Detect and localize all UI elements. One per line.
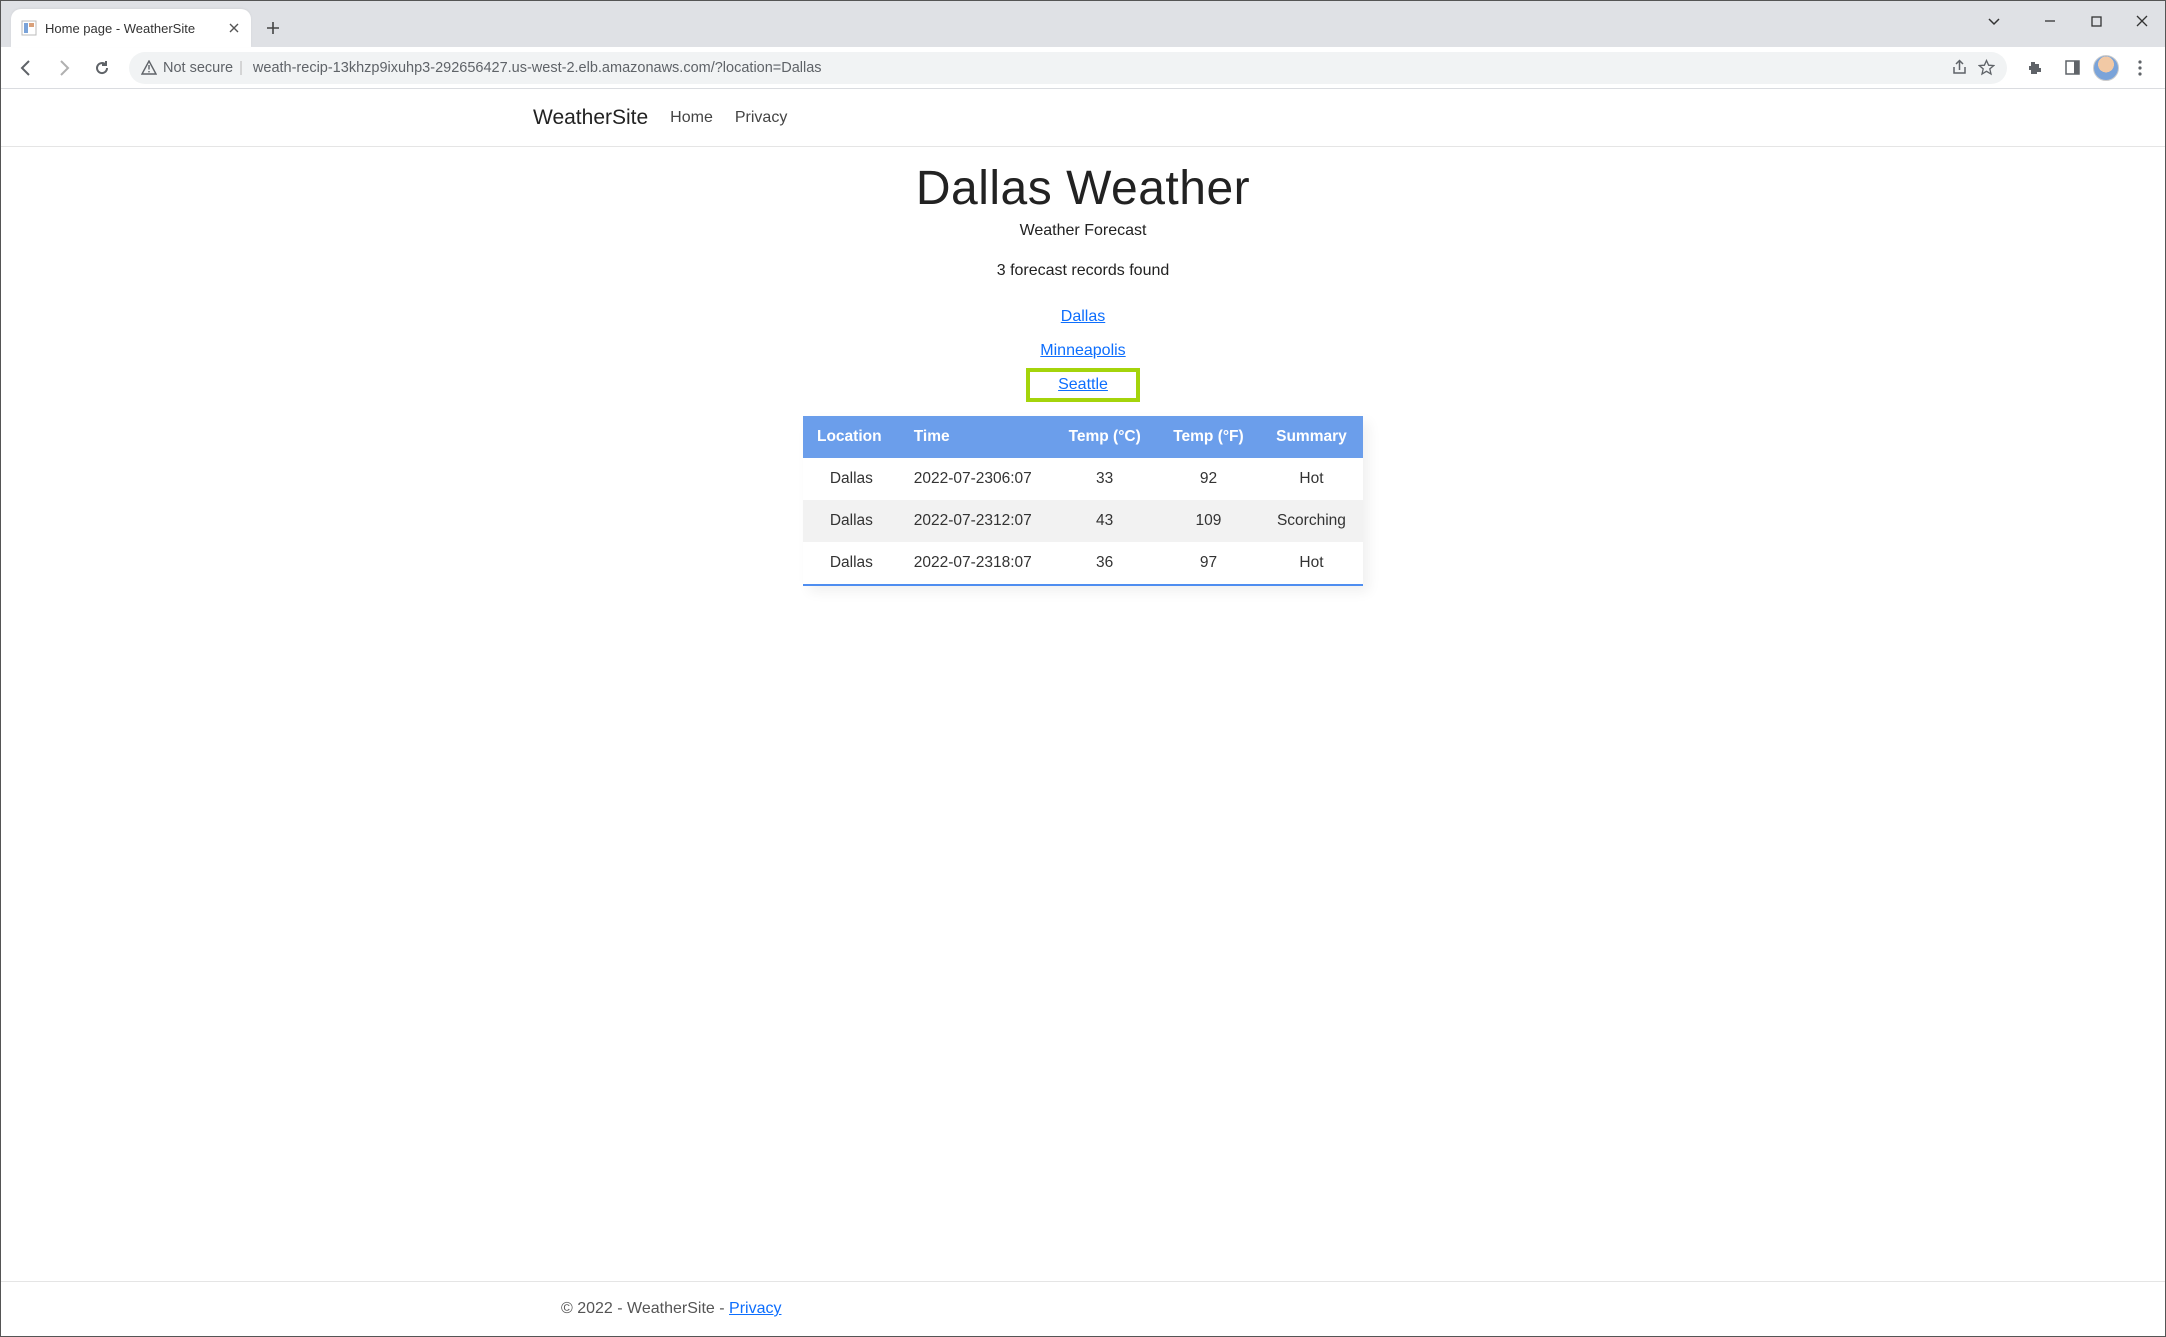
- not-secure-indicator[interactable]: Not secure |: [141, 60, 243, 76]
- tab-strip: Home page - WeatherSite: [1, 1, 2165, 47]
- location-link-highlighted: Seattle: [1026, 368, 1140, 402]
- site-footer: © 2022 - WeatherSite - Privacy: [1, 1281, 2165, 1336]
- table-header-row: Location Time Temp (°C) Temp (°F) Summar…: [803, 416, 1363, 458]
- cell-summary: Hot: [1260, 542, 1363, 585]
- warning-icon: [141, 60, 157, 76]
- browser-tab-active[interactable]: Home page - WeatherSite: [11, 9, 251, 47]
- cell-temp-f: 109: [1157, 500, 1260, 542]
- table-row: Dallas2022-07-2306:073392Hot: [803, 458, 1363, 500]
- bookmark-star-icon[interactable]: [1978, 59, 1995, 76]
- footer-privacy-link[interactable]: Privacy: [729, 1300, 781, 1317]
- not-secure-label: Not secure: [163, 60, 233, 76]
- nav-link-home[interactable]: Home: [670, 109, 713, 127]
- site-navbar: WeatherSite Home Privacy: [1, 89, 2165, 147]
- cell-temp-f: 92: [1157, 458, 1260, 500]
- cell-location: Dallas: [803, 458, 900, 500]
- page-heading: Dallas Weather: [916, 161, 1250, 216]
- reload-button[interactable]: [85, 51, 119, 85]
- records-found-text: 3 forecast records found: [997, 262, 1170, 280]
- window-minimize-button[interactable]: [2027, 1, 2073, 41]
- cell-summary: Hot: [1260, 458, 1363, 500]
- profile-avatar[interactable]: [2093, 55, 2119, 81]
- col-time: Time: [900, 416, 1053, 458]
- footer-text: © 2022 - WeatherSite -: [561, 1300, 729, 1317]
- cell-time: 2022-07-2312:07: [900, 500, 1053, 542]
- col-temp-c: Temp (°C): [1052, 416, 1157, 458]
- cell-summary: Scorching: [1260, 500, 1363, 542]
- cell-time: 2022-07-2306:07: [900, 458, 1053, 500]
- cell-time: 2022-07-2318:07: [900, 542, 1053, 585]
- browser-toolbar: Not secure | weath-recip-13khzp9ixuhp3-2…: [1, 47, 2165, 89]
- share-icon[interactable]: [1951, 59, 1968, 76]
- tab-close-icon[interactable]: [227, 21, 241, 35]
- tab-title: Home page - WeatherSite: [45, 21, 219, 36]
- location-link-seattle[interactable]: Seattle: [1058, 376, 1108, 394]
- favicon-icon: [21, 20, 37, 36]
- cell-location: Dallas: [803, 542, 900, 585]
- tabs-dropdown-icon[interactable]: [1971, 1, 2017, 41]
- col-temp-f: Temp (°F): [1157, 416, 1260, 458]
- forecast-table: Location Time Temp (°C) Temp (°F) Summar…: [803, 416, 1363, 586]
- window-close-button[interactable]: [2119, 1, 2165, 41]
- cell-temp-c: 33: [1052, 458, 1157, 500]
- sidepanel-icon[interactable]: [2055, 51, 2089, 85]
- cell-temp-c: 43: [1052, 500, 1157, 542]
- cell-temp-c: 36: [1052, 542, 1157, 585]
- browser-chrome: Home page - WeatherSite: [1, 1, 2165, 89]
- page-subtitle: Weather Forecast: [1020, 222, 1147, 240]
- brand-title[interactable]: WeatherSite: [533, 106, 648, 130]
- nav-link-privacy[interactable]: Privacy: [735, 109, 787, 127]
- table-row: Dallas2022-07-2312:0743109Scorching: [803, 500, 1363, 542]
- extensions-icon[interactable]: [2017, 51, 2051, 85]
- address-bar[interactable]: Not secure | weath-recip-13khzp9ixuhp3-2…: [129, 52, 2007, 84]
- location-link-minneapolis[interactable]: Minneapolis: [1040, 342, 1125, 360]
- main-area: Dallas Weather Weather Forecast 3 foreca…: [1, 147, 2165, 1281]
- location-link-dallas[interactable]: Dallas: [1061, 308, 1105, 326]
- forward-button[interactable]: [47, 51, 81, 85]
- url-text: weath-recip-13khzp9ixuhp3-292656427.us-w…: [253, 60, 1941, 76]
- menu-kebab-icon[interactable]: [2123, 51, 2157, 85]
- cell-location: Dallas: [803, 500, 900, 542]
- col-location: Location: [803, 416, 900, 458]
- cell-temp-f: 97: [1157, 542, 1260, 585]
- window-maximize-button[interactable]: [2073, 1, 2119, 41]
- page-content: WeatherSite Home Privacy Dallas Weather …: [1, 89, 2165, 1336]
- col-summary: Summary: [1260, 416, 1363, 458]
- new-tab-button[interactable]: [259, 14, 287, 42]
- table-row: Dallas2022-07-2318:073697Hot: [803, 542, 1363, 585]
- back-button[interactable]: [9, 51, 43, 85]
